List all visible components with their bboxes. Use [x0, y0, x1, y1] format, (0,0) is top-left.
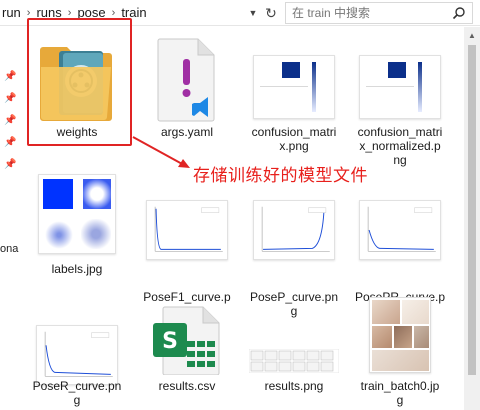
file-name-line: x_normalized.p [359, 139, 441, 153]
file-item-results-csv[interactable]: S results.csv [137, 303, 237, 410]
scroll-up-icon[interactable]: ▲ [464, 27, 480, 43]
vertical-scrollbar[interactable]: ▲ [464, 27, 480, 410]
file-item-train-batch0[interactable]: train_batch0.jp g [350, 297, 450, 410]
chevron-right-icon[interactable]: › [23, 7, 35, 19]
file-name-line: PoseP_curve.pn [249, 290, 339, 304]
pin-icon[interactable]: 📌 [4, 137, 16, 149]
file-name: PoseR_curve.pn g [27, 379, 127, 407]
file-item-labels-jpg[interactable]: labels.jpg [27, 170, 127, 282]
file-name: results.csv [158, 379, 216, 393]
file-name-line: x.png [279, 139, 309, 153]
pin-icon[interactable]: 📌 [4, 93, 16, 105]
chevron-right-icon[interactable]: › [108, 7, 120, 19]
file-name-line: confusion_matri [251, 125, 337, 139]
excel-csv-icon: S [153, 306, 220, 375]
svg-text:S: S [162, 329, 178, 354]
file-name-line: PoseF1_curve.p [143, 290, 231, 304]
file-item-confusion-matrix[interactable]: confusion_matri x.png [244, 31, 344, 165]
train-batch0-thumbnail [369, 297, 431, 373]
confusion-matrix-thumbnail [253, 55, 335, 119]
file-item-posep-curve[interactable]: PoseP_curve.pn g [244, 170, 344, 318]
search-icon[interactable] [452, 6, 466, 20]
confusion-matrix-normalized-thumbnail [359, 55, 441, 119]
navigation-pane: 📌 📌 📌 📌 📌 ona [0, 27, 20, 410]
file-name: results.png [264, 379, 324, 393]
chevron-right-icon[interactable]: › [64, 7, 76, 19]
poser-curve-thumbnail [36, 325, 118, 385]
labels-thumbnail [38, 174, 116, 254]
posepr-curve-thumbnail [359, 200, 441, 260]
file-item-results-png[interactable]: results.png [244, 303, 344, 410]
chevron-down-icon[interactable]: ▼ [245, 4, 261, 22]
file-name-line: confusion_matri [357, 125, 443, 139]
file-item-posef1-curve[interactable]: PoseF1_curve.p ng [137, 170, 237, 318]
annotation-text: 存储训练好的模型文件 [193, 166, 368, 186]
file-name: train_batch0.jp g [350, 379, 450, 407]
file-item-posepr-curve[interactable]: PosePR_curve.p ng [350, 170, 450, 318]
file-item-args-yaml[interactable]: args.yaml [137, 31, 237, 149]
posef1-curve-thumbnail [146, 200, 228, 260]
search-input[interactable] [292, 6, 442, 20]
file-name-line: train_batch0.jp [360, 379, 440, 393]
pin-icon[interactable]: 📌 [4, 71, 16, 83]
file-name-line: g [396, 393, 404, 407]
pin-icon[interactable]: 📌 [4, 159, 16, 171]
highlight-box [27, 18, 132, 146]
pin-icon[interactable]: 📌 [4, 115, 16, 127]
refresh-icon[interactable]: ↻ [262, 3, 280, 23]
file-name: args.yaml [160, 125, 213, 139]
breadcrumb-item-run[interactable]: run [0, 5, 23, 20]
file-item-confusion-matrix-normalized[interactable]: confusion_matri x_normalized.p ng [350, 31, 450, 167]
file-name-line: PoseR_curve.pn [32, 379, 122, 393]
scrollbar-thumb[interactable] [468, 45, 476, 375]
yaml-file-icon [157, 38, 215, 122]
results-thumbnail [249, 349, 339, 373]
file-item-poser-curve[interactable]: PoseR_curve.pn g [27, 303, 127, 410]
nav-item-label[interactable]: ona [0, 243, 18, 255]
posep-curve-thumbnail [253, 200, 335, 260]
file-name: confusion_matri x.png [244, 125, 344, 153]
file-name-line: g [73, 393, 81, 407]
file-name: labels.jpg [51, 262, 103, 276]
search-box[interactable] [285, 2, 473, 24]
